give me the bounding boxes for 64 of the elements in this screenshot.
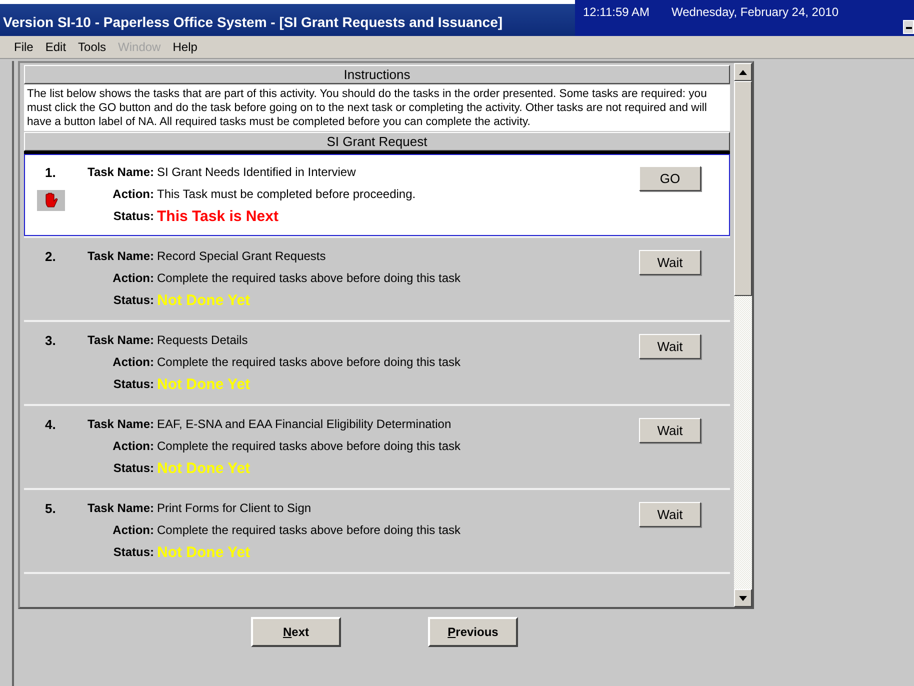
task-number: 3. — [44, 333, 56, 348]
window-title: Version SI-10 - Paperless Office System - [SI Grant Requests and Issuance] — [0, 4, 575, 36]
task-number: 5. — [44, 501, 56, 516]
minimize-button[interactable] — [903, 20, 914, 34]
field-label: Action: — [112, 187, 155, 201]
task-number: 4. — [44, 417, 56, 432]
status-text: This Task is Next — [157, 209, 280, 224]
field-label: Status: — [113, 377, 155, 391]
action-text: Complete the required tasks above before doing this task — [157, 271, 462, 285]
instructions-text: The list below shows the tasks that are part of this activity. You should do the tasks in the order presented. Some tasks are required: you must click the GO button and do the task before going on to the next task or completing the activity. Other tasks are not required and will have a button label of NA. All required tasks must be completed before you can complete the activity. — [24, 85, 730, 131]
status-text: Not Done Yet — [157, 461, 252, 476]
field-label: Task Name: — [88, 165, 155, 179]
task-number: 2. — [44, 249, 56, 264]
action-text: Complete the required tasks above before doing this task — [157, 355, 462, 369]
field-label: Status: — [113, 209, 155, 223]
field-label: Task Name: — [88, 417, 155, 431]
task-number: 1. — [44, 165, 56, 180]
task-row[interactable]: 3. Task Name: Requests Details Action: Complete the required tasks above before doing this task Status: Not Done Yet Wait — [24, 322, 730, 404]
task-row[interactable]: 1. Task Name: SI Grant Needs Identified in Interview Action: This Task must be completed before proceeding. Status: This Task is Next GO — [24, 154, 730, 236]
action-text: Complete the required tasks above before doing this task — [157, 523, 462, 537]
section-header: Instructions — [24, 65, 730, 84]
task-name: Print Forms for Client to Sign — [157, 501, 312, 515]
task-button[interactable]: GO — [639, 166, 701, 191]
field-label: Action: — [112, 439, 155, 453]
field-label: Action: — [112, 271, 155, 285]
clock-time: 12:11:59 AM — [583, 5, 650, 21]
task-row[interactable]: 4. Task Name: EAF, E-SNA and EAA Financial Eligibility Determination Action: Complete the required tasks above before doing this task Status: Not Done Yet Wait — [24, 406, 730, 488]
task-button[interactable]: Wait — [639, 502, 701, 527]
action-text: Complete the required tasks above before doing this task — [157, 439, 462, 453]
field-label: Status: — [113, 461, 155, 475]
nav-button[interactable]: Next — [251, 617, 341, 647]
menu-item[interactable]: Edit — [39, 40, 72, 54]
field-label: Action: — [112, 355, 155, 369]
field-label: Status: — [113, 545, 155, 559]
menu-item[interactable]: File — [8, 40, 40, 54]
section-header: SI Grant Request — [24, 132, 730, 151]
scrollbar-thumb[interactable] — [734, 81, 752, 296]
field-label: Task Name: — [88, 249, 155, 263]
task-button[interactable]: Wait — [639, 250, 701, 275]
task-name: Requests Details — [157, 333, 249, 347]
field-label: Status: — [113, 293, 155, 307]
status-text: Not Done Yet — [157, 545, 252, 560]
scroll-up-button[interactable] — [734, 63, 752, 81]
action-text: This Task must be completed before proceeding. — [157, 187, 417, 201]
task-row[interactable]: 5. Task Name: Print Forms for Client to Sign Action: Complete the required tasks above before doing this task Status: Not Done Yet Wait — [24, 490, 730, 572]
field-label: Task Name: — [88, 501, 155, 515]
menu-item[interactable]: Help — [166, 40, 204, 54]
task-name: Record Special Grant Requests — [157, 249, 327, 263]
nav-button[interactable]: Previous — [428, 617, 518, 647]
down-arrow-icon — [739, 596, 747, 600]
status-text: Not Done Yet — [157, 293, 252, 308]
task-button[interactable]: Wait — [639, 418, 701, 443]
scroll-down-button[interactable] — [734, 589, 752, 607]
status-text: Not Done Yet — [157, 377, 252, 392]
up-arrow-icon — [739, 70, 747, 74]
task-button[interactable]: Wait — [639, 334, 701, 359]
task-row[interactable]: 2. Task Name: Record Special Grant Requests Action: Complete the required tasks above before doing this task Status: Not Done Yet Wait — [24, 238, 730, 320]
task-name: SI Grant Needs Identified in Interview — [157, 165, 357, 179]
field-label: Action: — [112, 523, 155, 537]
date-text: Wednesday, February 24, 2010 — [672, 5, 838, 21]
scrollbar[interactable] — [734, 63, 752, 607]
task-name: EAF, E-SNA and EAA Financial Eligibility Determination — [157, 417, 452, 431]
menu-item[interactable]: Tools — [72, 40, 112, 54]
field-label: Task Name: — [88, 333, 155, 347]
